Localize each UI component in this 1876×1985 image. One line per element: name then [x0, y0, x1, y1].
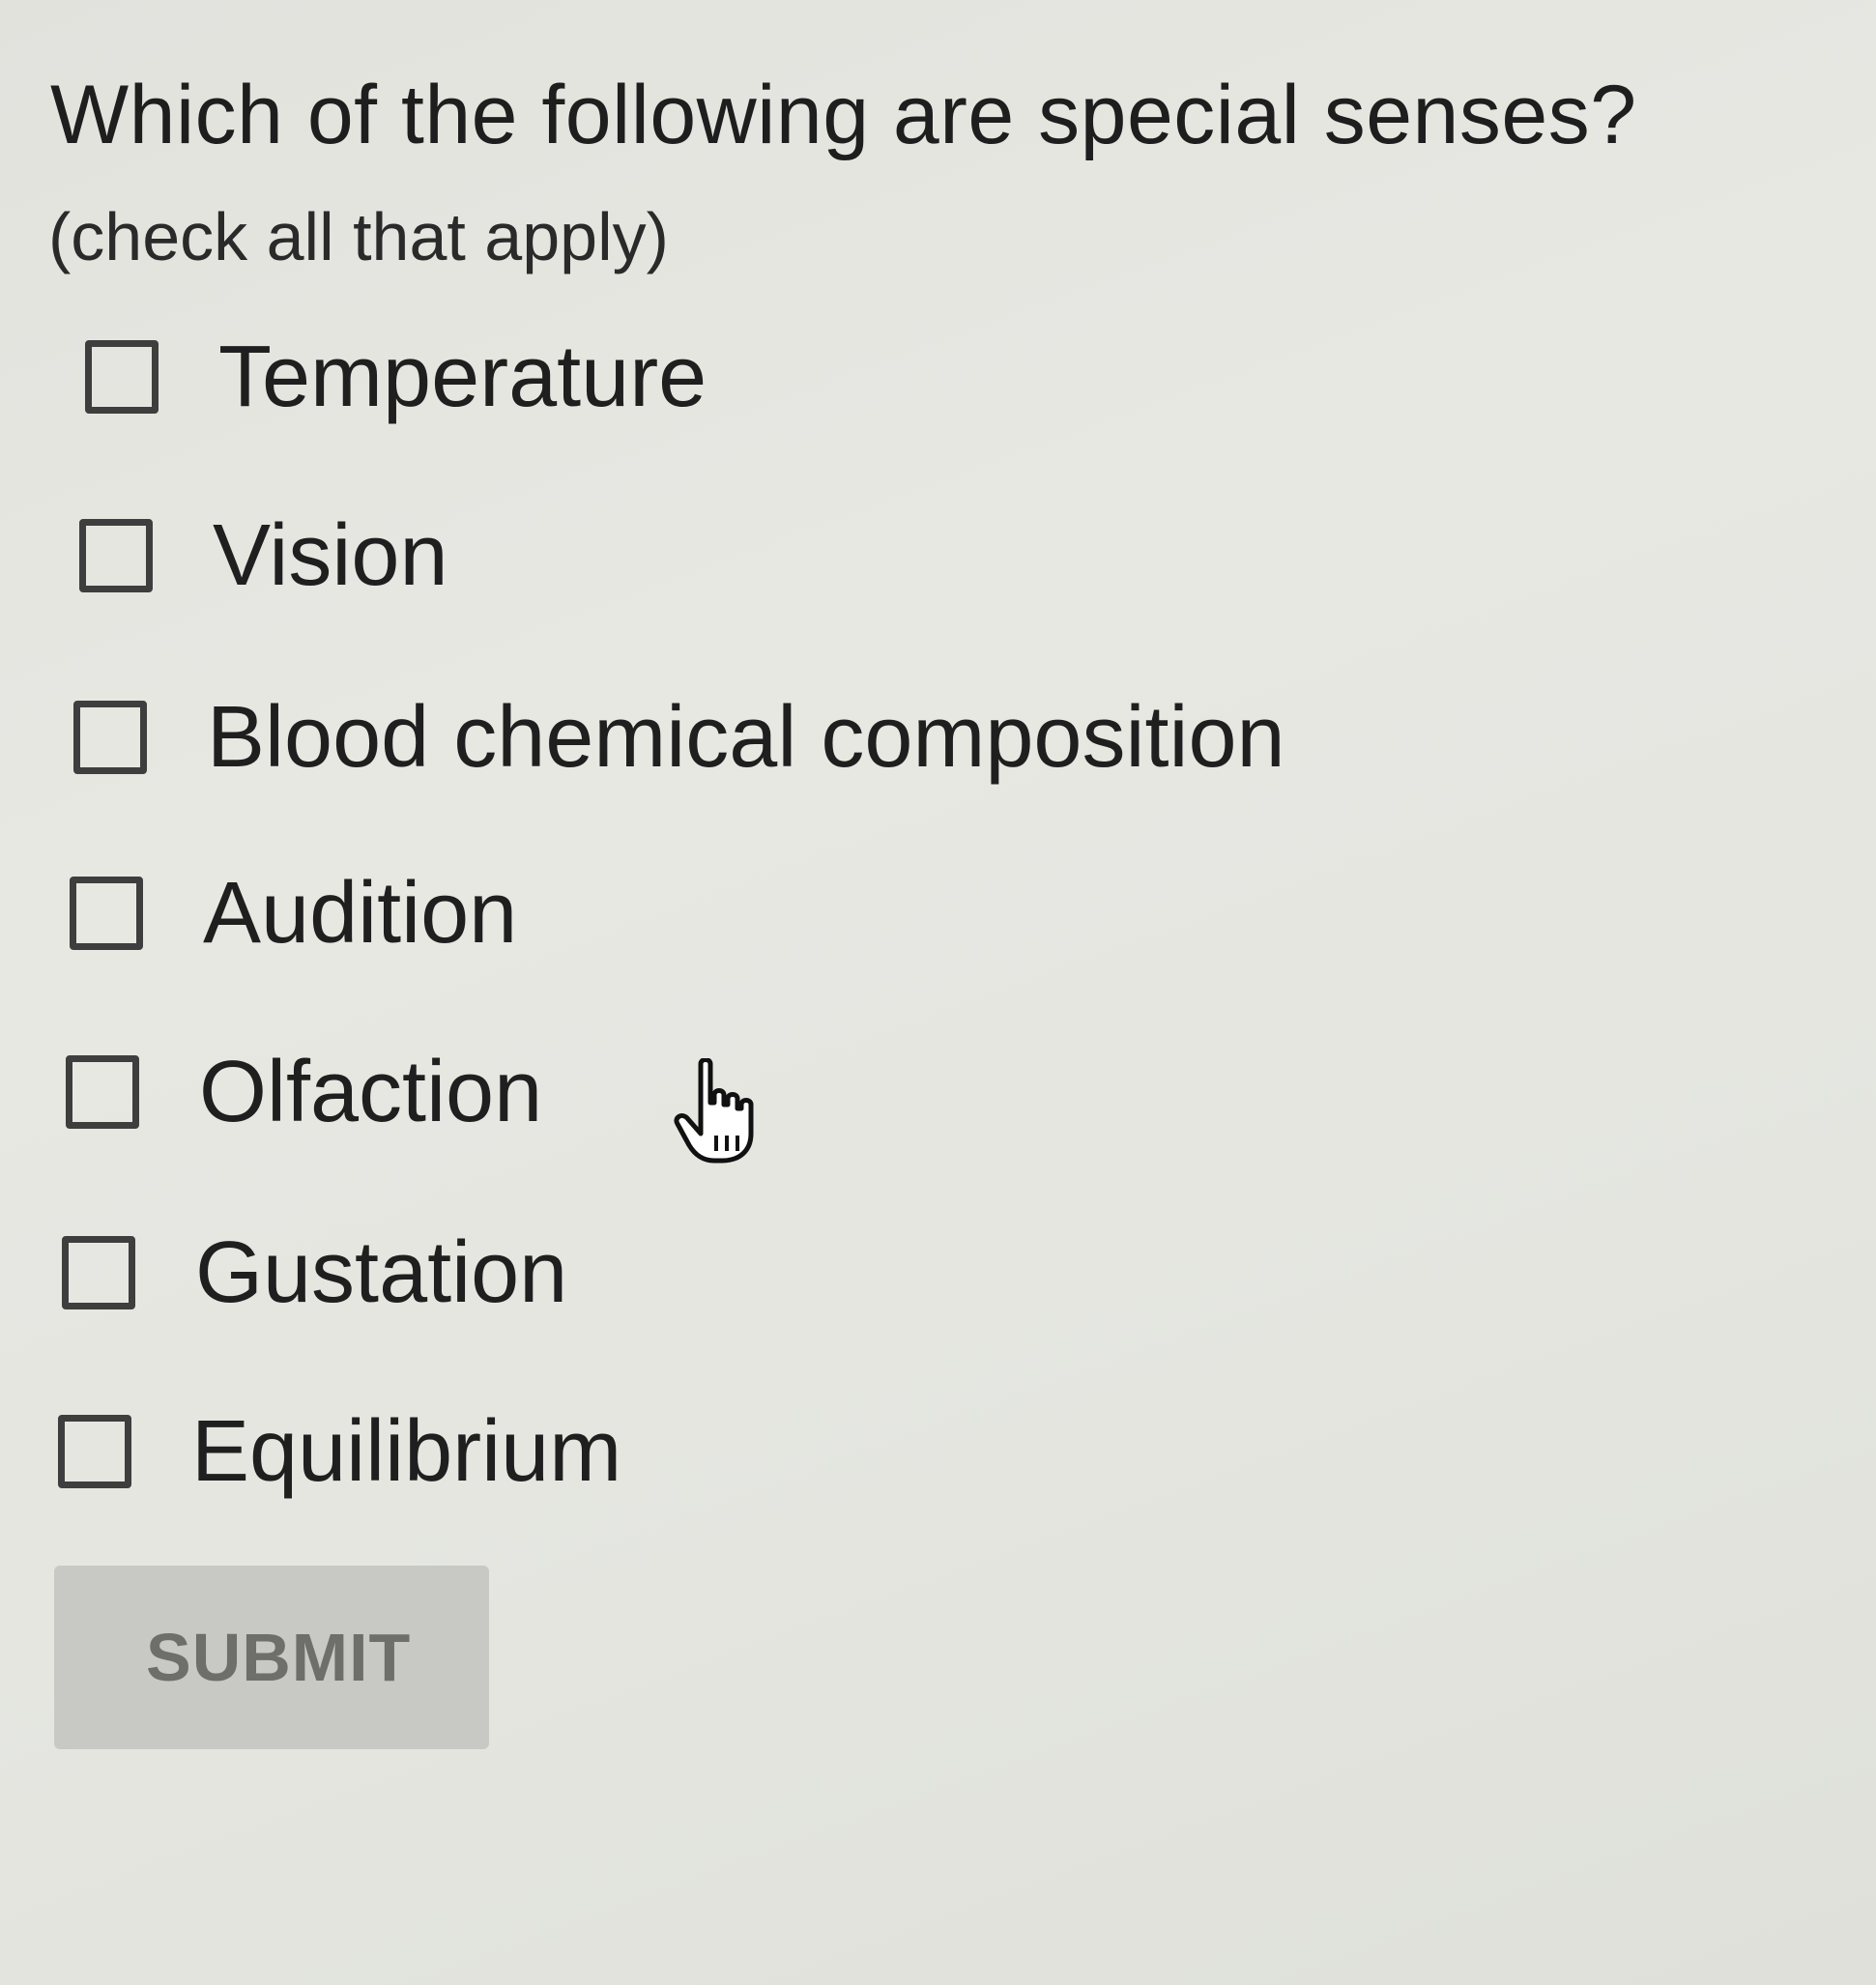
option-label: Equilibrium — [191, 1402, 622, 1500]
option-label: Gustation — [195, 1223, 568, 1321]
quiz-page: Which of the following are special sense… — [0, 0, 1876, 1985]
option-label: Vision — [213, 506, 448, 604]
option-olfaction[interactable]: Olfaction — [66, 1039, 542, 1145]
option-label: Temperature — [218, 328, 707, 425]
option-gustation[interactable]: Gustation — [62, 1220, 567, 1326]
checkbox[interactable] — [85, 340, 159, 414]
checkbox[interactable] — [62, 1236, 135, 1309]
checkbox[interactable] — [58, 1415, 131, 1488]
option-vision[interactable]: Vision — [79, 503, 448, 609]
checkbox[interactable] — [70, 877, 143, 950]
checkbox[interactable] — [66, 1055, 139, 1129]
option-blood-chemical-composition[interactable]: Blood chemical composition — [73, 684, 1285, 791]
option-audition[interactable]: Audition — [70, 860, 517, 966]
submit-button[interactable]: SUBMIT — [54, 1566, 489, 1749]
hand-pointer-icon — [674, 1058, 754, 1164]
option-label: Blood chemical composition — [207, 688, 1285, 786]
checkbox[interactable] — [73, 701, 147, 774]
option-label: Olfaction — [199, 1043, 543, 1140]
option-equilibrium[interactable]: Equilibrium — [58, 1398, 621, 1505]
option-label: Audition — [203, 864, 518, 962]
checkbox[interactable] — [79, 519, 153, 592]
option-temperature[interactable]: Temperature — [85, 324, 707, 430]
